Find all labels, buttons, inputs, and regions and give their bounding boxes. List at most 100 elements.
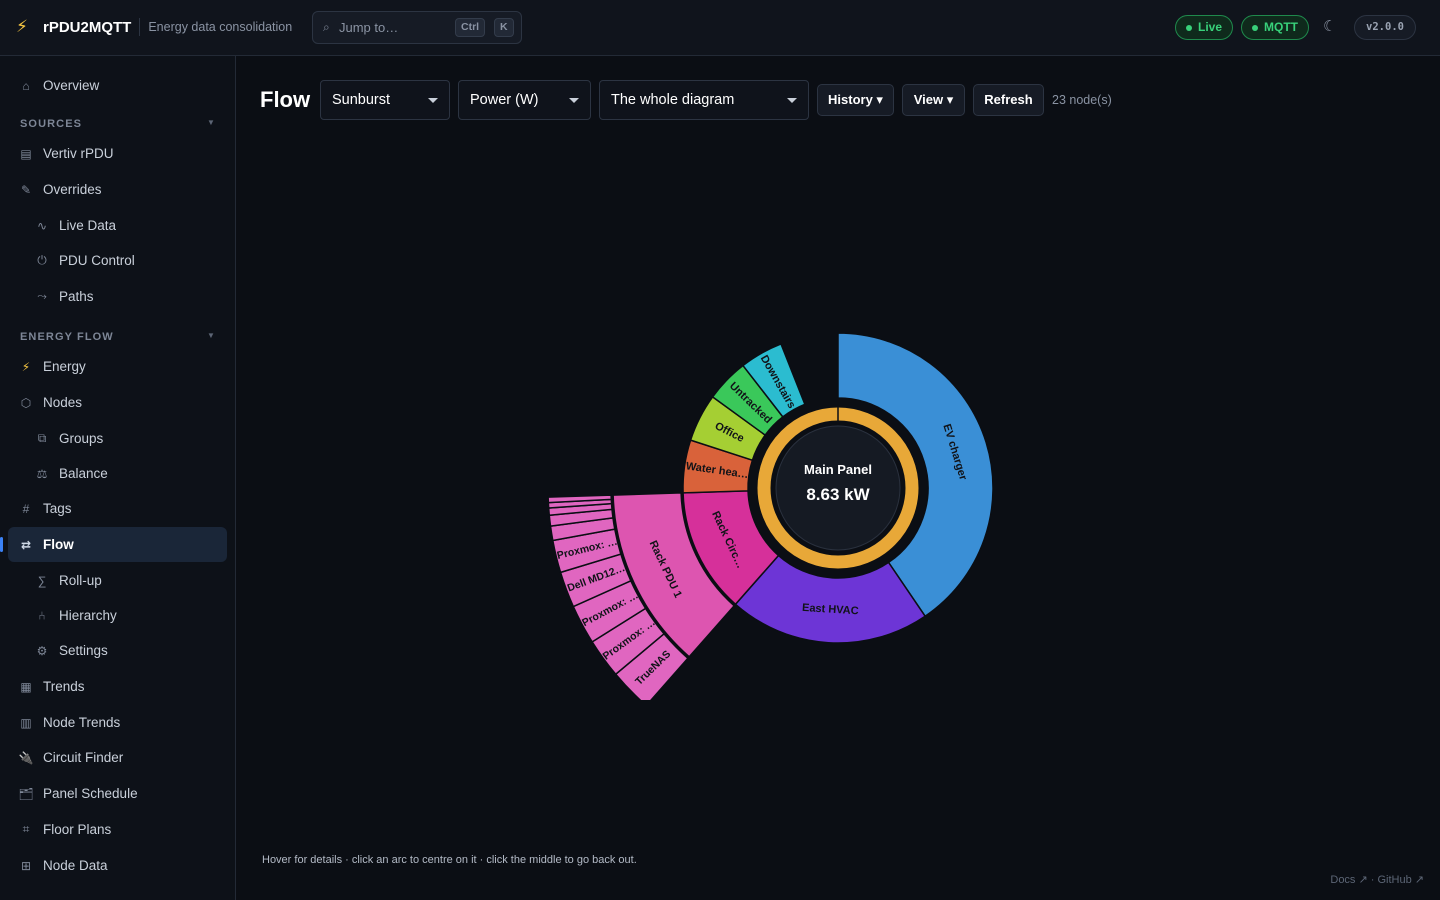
sidebar-item-panel-schedule[interactable]: 🗂 Panel Schedule [8,776,227,811]
brand[interactable]: ⚡ rPDU2MQTT Energy data consolidation [16,17,292,37]
sidebar-item-node-trends[interactable]: ▥ Node Trends [8,705,227,740]
sidebar-item-label: Node Data [43,858,108,873]
sidebar-item-label: Trends [43,679,85,694]
gear-icon: ⚙ [36,643,48,658]
chevron-down-icon [569,98,579,103]
shortcut-k-key: K [494,18,514,37]
chart-type-value: Sunburst [332,92,391,108]
sidebar-item-label: Overrides [43,182,102,197]
sidebar-item-groups[interactable]: ⧉ Groups [8,421,227,456]
sidebar-item-label: Energy [43,359,86,374]
folder-icon: 🗂 [18,786,34,801]
sidebar-item-label: Roll-up [59,573,102,588]
sidebar-item-overrides[interactable]: ✎ Overrides [8,172,227,207]
path-icon: ⤳ [37,289,47,303]
center-label: Main Panel [804,462,872,477]
hexagon-icon: ⬡ [20,395,32,410]
sidebar-item-overview[interactable]: ⌂ Overview [8,68,227,103]
sidebar-item-vertiv[interactable]: ▤ Vertiv rPDU [8,136,227,171]
shortcut-ctrl-key: Ctrl [455,18,486,37]
home-icon: ⌂ [22,78,30,93]
moon-icon[interactable]: ☾ [1323,17,1336,35]
sidebar-item-label: PDU Control [59,253,135,268]
bar-chart-icon: ▦ [20,679,32,694]
group-icon: ⧉ [37,431,47,445]
sidebar-item-circuit-finder[interactable]: 🔌 Circuit Finder [8,740,227,775]
scale-icon: ⚖ [36,466,48,481]
sidebar-item-paths[interactable]: ⤳ Paths [8,279,227,314]
hint-text: Hover for details · click an arc to cent… [262,854,637,866]
table-icon: ⊞ [20,858,32,873]
sunburst-chart[interactable]: EV chargerEast HVACRack Circ…Water hea…O… [500,300,1040,700]
power-icon: ⏻ [37,253,47,267]
metric-select[interactable]: Power (W) [458,80,591,120]
section-energy-flow[interactable]: ENERGY FLOW ▼ [20,331,216,347]
view-button[interactable]: View ▾ [902,84,965,116]
footer-links[interactable]: Docs ↗ · GitHub ↗ [1330,873,1424,886]
search-input[interactable]: ⌕ Jump to… Ctrl K [312,11,522,44]
refresh-button[interactable]: Refresh [973,84,1044,116]
app-title: rPDU2MQTT [43,18,132,36]
sum-icon: ∑ [37,573,47,588]
sidebar-item-settings[interactable]: ⚙ Settings [8,633,227,668]
plug-icon: 🔌 [18,750,34,765]
sidebar-item-flow[interactable]: ⇄ Flow [8,527,227,562]
top-bar: ⚡ rPDU2MQTT Energy data consolidation ⌕ … [0,0,1440,56]
sidebar-item-live-data[interactable]: ∿ Live Data [8,208,227,243]
metric-value: Power (W) [470,92,539,108]
live-label: Live [1198,20,1223,34]
chevron-down-icon [428,98,438,103]
live-status-badge[interactable]: Live [1175,15,1234,40]
sidebar-item-label: Floor Plans [43,822,112,837]
sidebar-item-trends[interactable]: ▦ Trends [8,669,227,704]
search-placeholder: Jump to… [339,20,399,35]
status-dot-icon [1186,24,1192,31]
brand-divider [139,18,141,36]
mqtt-status-badge[interactable]: MQTT [1241,15,1309,40]
sidebar-item-label: Paths [59,289,94,304]
sidebar-item-label: Live Data [59,218,117,233]
wave-icon: ∿ [36,218,48,233]
active-indicator [0,537,3,552]
scope-value: The whole diagram [611,92,735,108]
sidebar-item-label: Nodes [43,395,83,410]
sidebar-item-label: Balance [59,466,108,481]
chevron-down-icon [787,98,797,103]
section-sources[interactable]: SOURCES ▼ [20,118,216,134]
sidebar-item-label: Flow [43,537,74,552]
sidebar-item-node-data[interactable]: ⊞ Node Data [8,848,227,883]
sidebar-item-floor-plans[interactable]: ⌗ Floor Plans [8,812,227,847]
bolt-icon: ⚡ [21,359,31,374]
sidebar-item-label: Overview [43,78,100,93]
section-label: SOURCES [20,118,83,130]
mqtt-label: MQTT [1264,20,1298,34]
hash-icon: # [22,501,30,516]
sidebar-item-energy[interactable]: ⚡ Energy [8,349,227,384]
sidebar-item-label: Hierarchy [59,608,117,623]
server-icon: ▤ [20,146,32,161]
sidebar-item-label: Panel Schedule [43,786,138,801]
section-label: ENERGY FLOW [20,331,114,343]
sidebar-item-label: Vertiv rPDU [43,146,114,161]
pencil-icon: ✎ [20,182,32,197]
swap-icon: ⇄ [20,537,32,552]
chevron-down-icon: ▼ [206,331,216,340]
status-dot-icon [1252,24,1258,31]
bolt-icon: ⚡ [16,17,28,36]
page-title: Flow [260,87,311,112]
chevron-down-icon: ▼ [206,118,216,127]
history-button[interactable]: History ▾ [817,84,894,116]
center-value: 8.63 kW [806,485,870,504]
sidebar-item-balance[interactable]: ⚖ Balance [8,456,227,491]
columns-icon: ▥ [20,715,32,730]
scope-select[interactable]: The whole diagram [599,80,809,120]
sidebar-item-rollup[interactable]: ∑ Roll-up [8,563,227,598]
sidebar-item-nodes[interactable]: ⬡ Nodes [8,385,227,420]
sidebar-item-hierarchy[interactable]: ⑃ Hierarchy [8,598,227,633]
sidebar-item-tags[interactable]: # Tags [8,491,227,526]
sidebar-item-label: Circuit Finder [43,750,124,765]
sidebar-item-pdu-control[interactable]: ⏻ PDU Control [8,243,227,278]
chart-type-select[interactable]: Sunburst [320,80,450,120]
search-icon: ⌕ [323,20,330,34]
version-badge: v2.0.0 [1354,15,1416,40]
